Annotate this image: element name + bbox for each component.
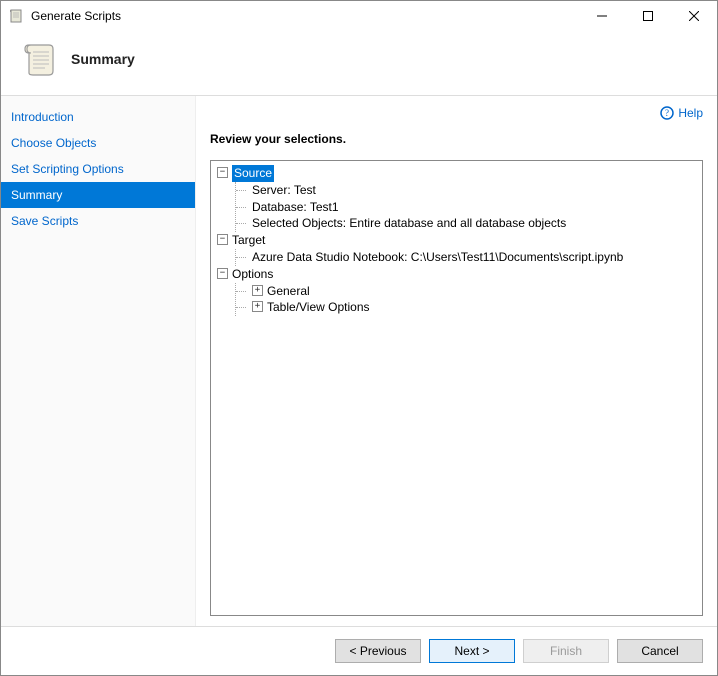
tree-label-tableview[interactable]: Table/View Options: [267, 299, 370, 316]
leaf-key: Server:: [252, 183, 291, 197]
tree-node-source[interactable]: − Source: [217, 165, 696, 182]
leaf-val: Entire database and all database objects: [349, 216, 566, 230]
tree-label-general[interactable]: General: [267, 283, 310, 300]
help-label: Help: [678, 106, 703, 120]
content: Introduction Choose Objects Set Scriptin…: [1, 96, 717, 626]
tree-leaf-database[interactable]: Database: Test1: [248, 199, 696, 216]
svg-text:?: ?: [665, 108, 669, 118]
collapse-icon[interactable]: −: [217, 268, 228, 279]
sidebar-item-choose-objects[interactable]: Choose Objects: [1, 130, 195, 156]
page-title: Summary: [71, 51, 135, 67]
leaf-key: Azure Data Studio Notebook:: [252, 250, 407, 264]
window-controls: [579, 1, 717, 31]
tree-children-options: + General + Table/View Options: [235, 283, 696, 317]
tree-node-options[interactable]: − Options: [217, 266, 696, 283]
button-row: < Previous Next > Finish Cancel: [1, 626, 717, 675]
main-panel: ? Help Review your selections. − Source …: [196, 96, 717, 626]
sidebar: Introduction Choose Objects Set Scriptin…: [1, 96, 196, 626]
help-link[interactable]: ? Help: [660, 106, 703, 120]
tree-node-tableview[interactable]: + Table/View Options: [248, 299, 696, 316]
header: Summary: [1, 31, 717, 96]
previous-button[interactable]: < Previous: [335, 639, 421, 663]
sidebar-item-save-scripts[interactable]: Save Scripts: [1, 208, 195, 234]
sidebar-item-set-scripting-options[interactable]: Set Scripting Options: [1, 156, 195, 182]
maximize-button[interactable]: [625, 1, 671, 31]
help-icon: ?: [660, 106, 674, 120]
leaf-val: Test: [294, 183, 316, 197]
window-title: Generate Scripts: [31, 9, 579, 23]
tree-leaf-notebook-path[interactable]: Azure Data Studio Notebook: C:\Users\Tes…: [248, 249, 696, 266]
help-row: ? Help: [210, 106, 703, 120]
scripts-icon: [9, 8, 25, 24]
tree-node-general[interactable]: + General: [248, 283, 696, 300]
leaf-key: Database:: [252, 200, 307, 214]
next-button[interactable]: Next >: [429, 639, 515, 663]
leaf-key: Selected Objects:: [252, 216, 346, 230]
tree-leaf-server[interactable]: Server: Test: [248, 182, 696, 199]
expand-icon[interactable]: +: [252, 301, 263, 312]
minimize-button[interactable]: [579, 1, 625, 31]
cancel-button[interactable]: Cancel: [617, 639, 703, 663]
tree-children-source: Server: Test Database: Test1 Selected Ob…: [235, 182, 696, 232]
titlebar: Generate Scripts: [1, 1, 717, 31]
instruction-text: Review your selections.: [210, 132, 703, 146]
finish-button: Finish: [523, 639, 609, 663]
leaf-val: Test1: [310, 200, 339, 214]
tree-leaf-selected-objects[interactable]: Selected Objects: Entire database and al…: [248, 215, 696, 232]
sidebar-item-introduction[interactable]: Introduction: [1, 104, 195, 130]
sidebar-item-summary[interactable]: Summary: [1, 182, 195, 208]
scroll-icon: [19, 39, 59, 79]
collapse-icon[interactable]: −: [217, 167, 228, 178]
leaf-val: C:\Users\Test11\Documents\script.ipynb: [411, 250, 624, 264]
collapse-icon[interactable]: −: [217, 234, 228, 245]
tree-label-options[interactable]: Options: [232, 266, 273, 283]
tree-label-source[interactable]: Source: [232, 165, 274, 182]
tree-node-target[interactable]: − Target: [217, 232, 696, 249]
summary-tree: − Source Server: Test Database: Test1 Se…: [210, 160, 703, 616]
tree-label-target[interactable]: Target: [232, 232, 265, 249]
tree-children-target: Azure Data Studio Notebook: C:\Users\Tes…: [235, 249, 696, 266]
close-button[interactable]: [671, 1, 717, 31]
expand-icon[interactable]: +: [252, 285, 263, 296]
